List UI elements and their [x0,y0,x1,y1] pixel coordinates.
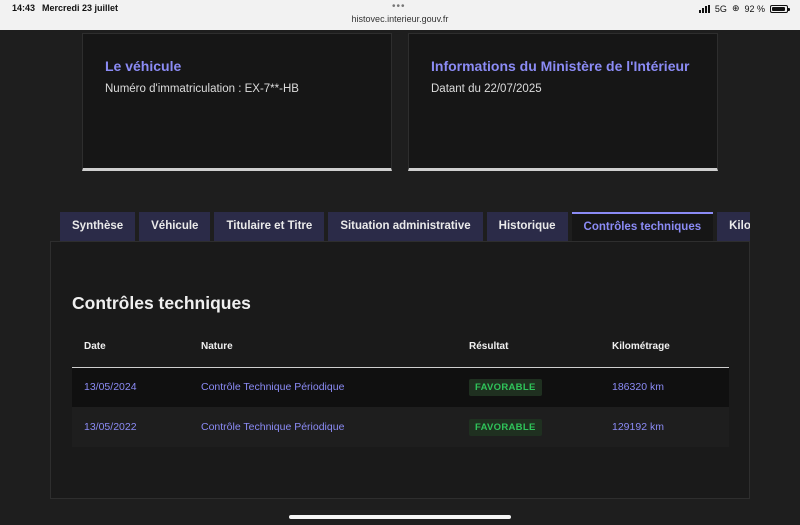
status-time: 14:43 [12,3,36,13]
status-indicators: 5G ⊕ 92 % [698,3,790,14]
status-badge: FAVORABLE [469,418,542,436]
column-header-date: Date [72,326,189,368]
home-indicator[interactable] [289,515,511,519]
orientation-lock-icon: ⊕ [731,3,740,13]
column-header-mileage: Kilométrage [600,326,729,368]
vehicle-card: Le véhicule Numéro d'immatriculation : E… [82,33,392,171]
tab-controles-techniques[interactable]: Contrôles techniques [571,212,714,241]
table-row: 13/05/2022 Contrôle Technique Périodique… [72,407,729,447]
status-date: Mercredi 23 juillet [42,3,119,13]
network-label: 5G [714,3,727,14]
tab-titulaire[interactable]: Titulaire et Titre [214,212,325,241]
cell-mileage: 186320 km [600,367,729,407]
more-dots-icon[interactable]: ••• [392,1,406,12]
ministry-card-title: Informations du Ministère de l'Intérieur [431,58,690,74]
cell-result: FAVORABLE [457,367,600,407]
ministry-card: Informations du Ministère de l'Intérieur… [408,33,718,171]
tab-panel: Contrôles techniques Date Nature Résulta… [50,241,750,499]
tab-bar: Synthèse Véhicule Titulaire et Titre Sit… [60,212,750,241]
section-title: Contrôles techniques [72,293,251,313]
cell-date: 13/05/2022 [72,407,189,447]
tab-situation-administrative[interactable]: Situation administrative [328,212,483,241]
battery-icon [770,4,790,13]
cell-nature: Contrôle Technique Périodique [189,367,457,407]
battery-label: 92 % [744,3,765,14]
tab-historique[interactable]: Historique [486,212,568,241]
tab-kilometrage[interactable]: Kilométrage [717,212,750,241]
table-row: 13/05/2024 Contrôle Technique Périodique… [72,367,729,407]
column-header-result: Résultat [457,326,600,368]
status-bar: 14:43 Mercredi 23 juillet ••• histovec.i… [0,0,800,30]
registration-number: Numéro d'immatriculation : EX-7**-HB [105,83,299,95]
url-bar[interactable]: histovec.interieur.gouv.fr [0,14,800,24]
cell-mileage: 129192 km [600,407,729,447]
vehicle-card-title: Le véhicule [105,58,182,74]
cell-nature: Contrôle Technique Périodique [189,407,457,447]
column-header-nature: Nature [189,326,457,368]
tab-synthese[interactable]: Synthèse [60,212,136,241]
ministry-date: Datant du 22/07/2025 [431,83,542,95]
status-badge: FAVORABLE [469,378,542,396]
tab-vehicule[interactable]: Véhicule [139,212,211,241]
signal-icon [698,4,710,13]
cell-result: FAVORABLE [457,407,600,447]
cell-date: 13/05/2024 [72,367,189,407]
inspections-table: Date Nature Résultat Kilométrage 13/05/2… [72,326,729,447]
table-header: Date Nature Résultat Kilométrage [72,326,729,368]
